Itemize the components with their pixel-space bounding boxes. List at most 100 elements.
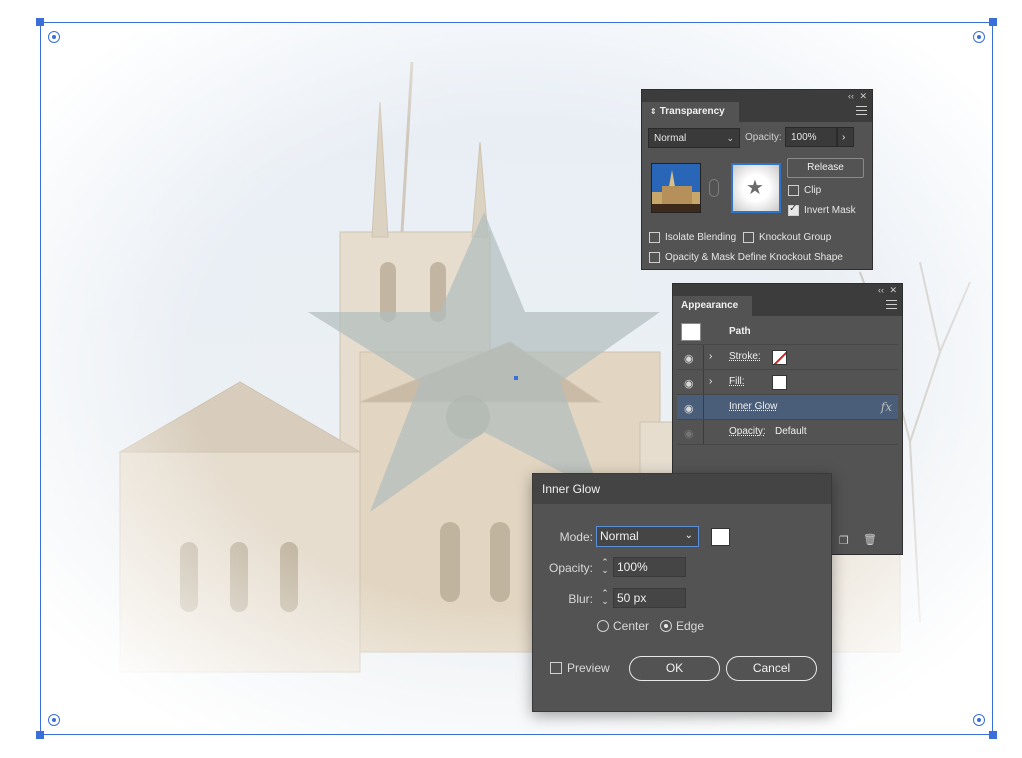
link-mask-icon[interactable] [709,179,719,197]
invert-mask-checkbox[interactable] [788,203,799,216]
blur-stepper-icon[interactable]: ⌃ ⌄ [598,588,612,608]
preview-label: Preview [567,661,610,675]
opacity-row-value: Default [775,426,807,437]
isolate-blending-label: Isolate Blending [665,232,737,243]
resize-handle-bottom-right[interactable] [989,731,997,739]
center-radio[interactable] [597,620,609,632]
inner-glow-dialog: Inner Glow Mode: Normal ⌄ Opacity: ⌃ ⌄ 10… [532,473,832,712]
cancel-button-label: Cancel [752,661,791,675]
chevron-down-icon: ⌄ [726,133,734,143]
isolate-blending-checkbox[interactable] [649,232,660,243]
resize-handle-top-right[interactable] [989,18,997,26]
opacity-input-value: 100% [617,560,648,574]
path-thumbnail [681,323,701,341]
invert-mask-label: Invert Mask [804,205,856,216]
appearance-row-stroke[interactable]: ◉ › Stroke: [677,345,898,370]
fill-white-swatch[interactable] [772,375,787,390]
opacity-label: Opacity: [745,132,782,143]
appearance-object-row[interactable]: Path [677,320,898,345]
tab-appearance-label: Appearance [681,300,739,311]
edge-label: Edge [676,619,705,633]
center-point-handle[interactable] [514,376,518,380]
tab-arrows-icon: ⇕ [650,107,657,116]
eye-icon[interactable]: ◉ [684,377,694,390]
opacity-stepper-icon[interactable]: ⌃ ⌄ [598,557,612,577]
clip-label: Clip [804,185,822,196]
close-panel-icon[interactable]: ✕ [859,90,867,102]
stroke-label[interactable]: Stroke: [729,351,761,362]
panel-menu-icon[interactable] [856,106,867,117]
duplicate-item-icon[interactable]: ❐ [839,534,849,547]
tab-appearance[interactable]: Appearance [673,296,753,316]
opacity-popup-button[interactable]: › [837,127,854,147]
blur-input[interactable]: 50 px [613,588,686,608]
object-type-label: Path [729,326,751,337]
chevron-right-icon: › [842,132,846,143]
illustrator-canvas[interactable]: ‹‹ ✕ ⇕ Transparency Normal ⌄ Opacity: 100… [0,0,1022,758]
opacity-label: Opacity: [548,561,593,575]
fill-label[interactable]: Fill: [729,376,745,387]
knockout-group-checkbox[interactable] [743,232,754,243]
blend-mode-value: Normal [654,133,687,144]
appearance-row-opacity[interactable]: ◉ Opacity: Default [677,420,898,445]
panel-tab-row: ⇕ Transparency [642,102,872,122]
ok-button[interactable]: OK [629,656,720,681]
chevron-down-icon: ⌄ [684,530,693,541]
opacity-row-label[interactable]: Opacity: [729,426,766,437]
cancel-button[interactable]: Cancel [726,656,817,681]
clip-checkbox[interactable] [788,185,799,196]
preview-checkbox[interactable] [550,662,562,674]
mode-value: Normal [600,529,639,543]
transparency-panel: ‹‹ ✕ ⇕ Transparency Normal ⌄ Opacity: 100… [641,89,873,270]
dialog-titlebar[interactable]: Inner Glow [533,474,831,504]
mode-select[interactable]: Normal ⌄ [596,526,699,547]
inner-glow-label[interactable]: Inner Glow [729,401,777,412]
glow-color-swatch[interactable] [711,528,730,546]
appearance-row-inner-glow[interactable]: ◉ Inner Glow fx [677,395,898,420]
eye-icon[interactable]: ◉ [684,352,694,365]
registration-mark-icon [48,714,60,726]
opacity-mask-thumbnail[interactable]: ★ [731,163,781,213]
fx-icon[interactable]: fx [881,400,892,414]
opacity-mask-knockout-label: Opacity & Mask Define Knockout Shape [665,252,843,263]
opacity-input[interactable]: 100% [613,557,686,577]
star-icon: ★ [746,177,764,199]
resize-handle-bottom-left[interactable] [36,731,44,739]
chevron-right-icon[interactable]: › [709,376,712,387]
resize-handle-top-left[interactable] [36,18,44,26]
blur-label: Blur: [568,592,593,606]
artwork-thumbnail-image [652,164,700,212]
edge-radio[interactable] [660,620,672,632]
blur-input-value: 50 px [617,591,647,605]
panel-topbar: ‹‹ ✕ [642,90,872,102]
opacity-value: 100% [791,132,817,143]
center-label: Center [613,619,650,633]
close-panel-icon[interactable]: ✕ [889,284,897,296]
collapse-panel-icon[interactable]: ‹‹ [878,284,884,296]
dialog-title: Inner Glow [542,482,601,496]
blend-mode-select[interactable]: Normal ⌄ [648,128,740,148]
stroke-none-swatch[interactable] [772,350,787,365]
tab-transparency[interactable]: ⇕ Transparency [642,102,739,122]
artwork-thumbnail[interactable] [651,163,701,213]
trash-icon[interactable]: 🗑 [863,533,877,546]
panel-menu-icon[interactable] [886,300,897,311]
registration-mark-icon [973,31,985,43]
opacity-field[interactable]: 100% [785,127,837,147]
ok-button-label: OK [665,661,684,675]
tab-transparency-label: Transparency [659,106,725,117]
eye-icon[interactable]: ◉ [684,402,694,415]
opacity-mask-knockout-checkbox[interactable] [649,252,660,263]
release-button[interactable]: Release [787,158,864,178]
chevron-right-icon[interactable]: › [709,351,712,362]
registration-mark-icon [48,31,60,43]
panel-topbar: ‹‹ ✕ [673,284,902,296]
release-button-label: Release [807,162,844,173]
registration-mark-icon [973,714,985,726]
panel-tab-row: Appearance [673,296,902,316]
knockout-group-label: Knockout Group [759,232,832,243]
mode-label: Mode: [559,530,593,544]
collapse-panel-icon[interactable]: ‹‹ [848,90,854,102]
eye-icon[interactable]: ◉ [684,427,694,440]
appearance-row-fill[interactable]: ◉ › Fill: [677,370,898,395]
